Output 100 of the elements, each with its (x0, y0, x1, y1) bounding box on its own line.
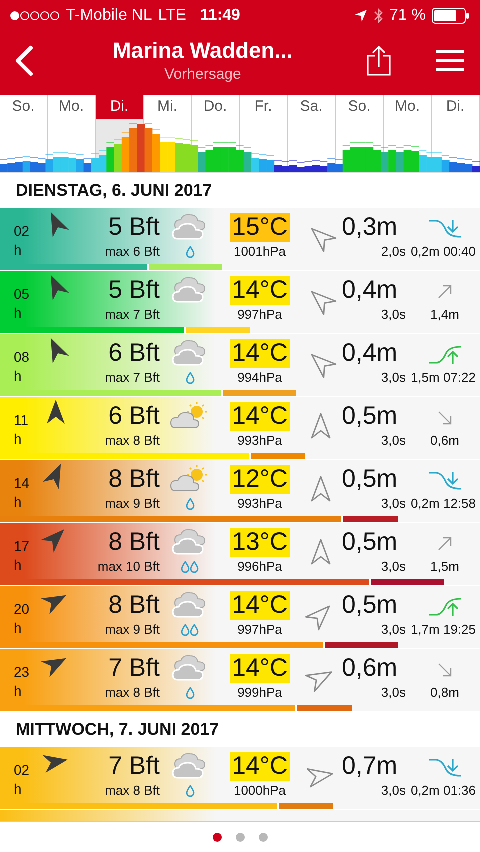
day-tab[interactable]: Mo. (48, 95, 95, 119)
bluetooth-icon (374, 8, 384, 24)
wave-height: 0,3m (342, 213, 399, 242)
temperature: 12°C (230, 465, 290, 494)
temperature: 14°C (230, 591, 290, 620)
temperature: 15°C (230, 213, 290, 242)
network-type: LTE (158, 7, 186, 25)
wave-height: 0,6m (342, 654, 399, 683)
battery-icon (432, 8, 470, 24)
day-tab[interactable]: So. (0, 95, 47, 119)
tide-info: 1,5m 07:22 (410, 369, 477, 385)
wave-period: 3,0s (380, 621, 407, 637)
wave-period: 3,0s (380, 306, 407, 322)
wind-force: 5 Bft (108, 213, 160, 242)
back-icon[interactable] (14, 44, 34, 76)
clock-time: 11:49 (200, 7, 240, 25)
forecast-row[interactable]: 23 h 7 Bft max 8 Bft 14°C 999hPa 0,6m 3,0s 0,8m (0, 649, 480, 712)
forecast-row[interactable]: 05 h 5 Bft max 7 Bft 14°C 997hPa 0,4m 3,0s 1,4m (0, 271, 480, 334)
wave-height: 0,5m (342, 402, 399, 431)
wave-period: 3,0s (380, 782, 407, 798)
gust-force: max 9 Bft (104, 495, 160, 511)
hour-unit: h (13, 494, 23, 510)
wind-force: 6 Bft (108, 339, 160, 368)
hour-label: 02 (13, 222, 31, 239)
air-pressure: 997hPa (236, 621, 284, 637)
hour-label: 11 (13, 411, 30, 428)
forecast-row[interactable]: 08 h 6 Bft max 7 Bft 14°C 994hPa 0,4m 3,0s 1,5m 07:22 (0, 334, 480, 397)
wave-height: 0,4m (342, 339, 399, 368)
hour-unit: h (13, 305, 23, 321)
wave-period: 3,0s (380, 684, 407, 700)
wind-force: 7 Bft (108, 654, 160, 683)
page-title: Marina Wadden... (112, 38, 294, 64)
page-dot[interactable] (258, 832, 268, 842)
wave-period: 3,0s (380, 558, 407, 574)
hour-label: 02 (13, 761, 31, 778)
wave-period: 3,0s (380, 495, 407, 511)
tide-info: 1,4m (430, 306, 460, 322)
tide-info: 0,8m (430, 684, 460, 700)
hour-unit: h (13, 620, 23, 636)
wave-height: 0,7m (342, 752, 399, 781)
air-pressure: 994hPa (236, 369, 284, 385)
page-dot[interactable] (212, 832, 222, 842)
forecast-row[interactable]: 17 h 8 Bft max 10 Bft 13°C 996hPa 0,5m 3,0s 1,5m (0, 523, 480, 586)
share-icon[interactable] (366, 44, 392, 76)
wind-force: 8 Bft (108, 465, 160, 494)
gust-force: max 8 Bft (104, 684, 160, 700)
tide-info: 0,2m 01:36 (410, 782, 477, 798)
tide-info: 0,2m 00:40 (410, 243, 477, 259)
temperature: 14°C (230, 402, 290, 431)
wind-force: 5 Bft (108, 276, 160, 305)
gust-force: max 10 Bft (96, 558, 160, 574)
wave-period: 3,0s (380, 432, 407, 448)
tide-info: 0,6m (430, 432, 460, 448)
temperature: 14°C (230, 752, 290, 781)
hour-unit: h (13, 431, 23, 447)
page-dot[interactable] (236, 832, 244, 842)
wind-force: 7 Bft (108, 752, 160, 781)
hour-unit: h (13, 557, 23, 573)
gust-force: max 7 Bft (104, 369, 160, 385)
tide-info: 1,5m (430, 558, 460, 574)
hour-label: 17 (13, 537, 31, 554)
day-tab[interactable]: Mo. (384, 95, 431, 119)
forecast-row[interactable]: 14 h 8 Bft max 9 Bft 12°C 993hPa 0,5m 3,0s 0,2m 12:58 (0, 460, 480, 523)
hour-unit: h (13, 368, 23, 384)
hour-label: 05 (13, 285, 31, 302)
menu-icon[interactable] (436, 50, 464, 72)
signal-icon (10, 11, 60, 21)
day-tab[interactable]: Mi. (144, 95, 191, 119)
battery-percent: 71 % (390, 7, 426, 25)
wave-height: 0,5m (342, 528, 399, 557)
air-pressure: 993hPa (236, 432, 284, 448)
air-pressure: 996hPa (236, 558, 284, 574)
wind-force: 8 Bft (108, 591, 160, 620)
forecast-row[interactable]: 20 h 8 Bft max 9 Bft 14°C 997hPa 0,5m 3,0s 1,7m 19:25 (0, 586, 480, 649)
forecast-row[interactable]: 02 h 7 Bft max 8 Bft 14°C 1000hPa 0,7m 3,0s 0,2m 01:36 (0, 747, 480, 810)
day-tab[interactable]: Sa. (288, 95, 335, 119)
wave-height: 0,5m (342, 465, 399, 494)
air-pressure: 993hPa (236, 495, 284, 511)
tide-info: 1,7m 19:25 (410, 621, 477, 637)
gust-force: max 9 Bft (104, 621, 160, 637)
carrier-name: T-Mobile NL (66, 7, 152, 25)
air-pressure: 1001hPa (232, 243, 288, 259)
wind-force: 6 Bft (108, 402, 160, 431)
day-tab[interactable]: Fr. (240, 95, 287, 119)
temperature: 13°C (230, 528, 290, 557)
wave-height: 0,5m (342, 591, 399, 620)
forecast-row[interactable]: 11 h 6 Bft max 8 Bft 14°C 993hPa 0,5m 3,0s 0,6m (0, 397, 480, 460)
day-tab[interactable]: So. (336, 95, 383, 119)
gust-force: max 8 Bft (104, 432, 160, 448)
forecast-row[interactable]: 02 h 5 Bft max 6 Bft 15°C 1001hPa 0,3m 2,0s 0,2m 00:40 (0, 208, 480, 271)
air-pressure: 997hPa (236, 306, 284, 322)
day-tab[interactable]: Do. (192, 95, 239, 119)
day-tab[interactable]: Di. (432, 95, 479, 119)
day-tab[interactable]: Di. (96, 95, 143, 119)
air-pressure: 999hPa (236, 684, 284, 700)
hour-label: 23 (13, 663, 31, 680)
wave-height: 0,4m (342, 276, 399, 305)
hour-unit: h (13, 781, 23, 797)
hour-label: 14 (13, 474, 31, 491)
temperature: 14°C (230, 276, 290, 305)
